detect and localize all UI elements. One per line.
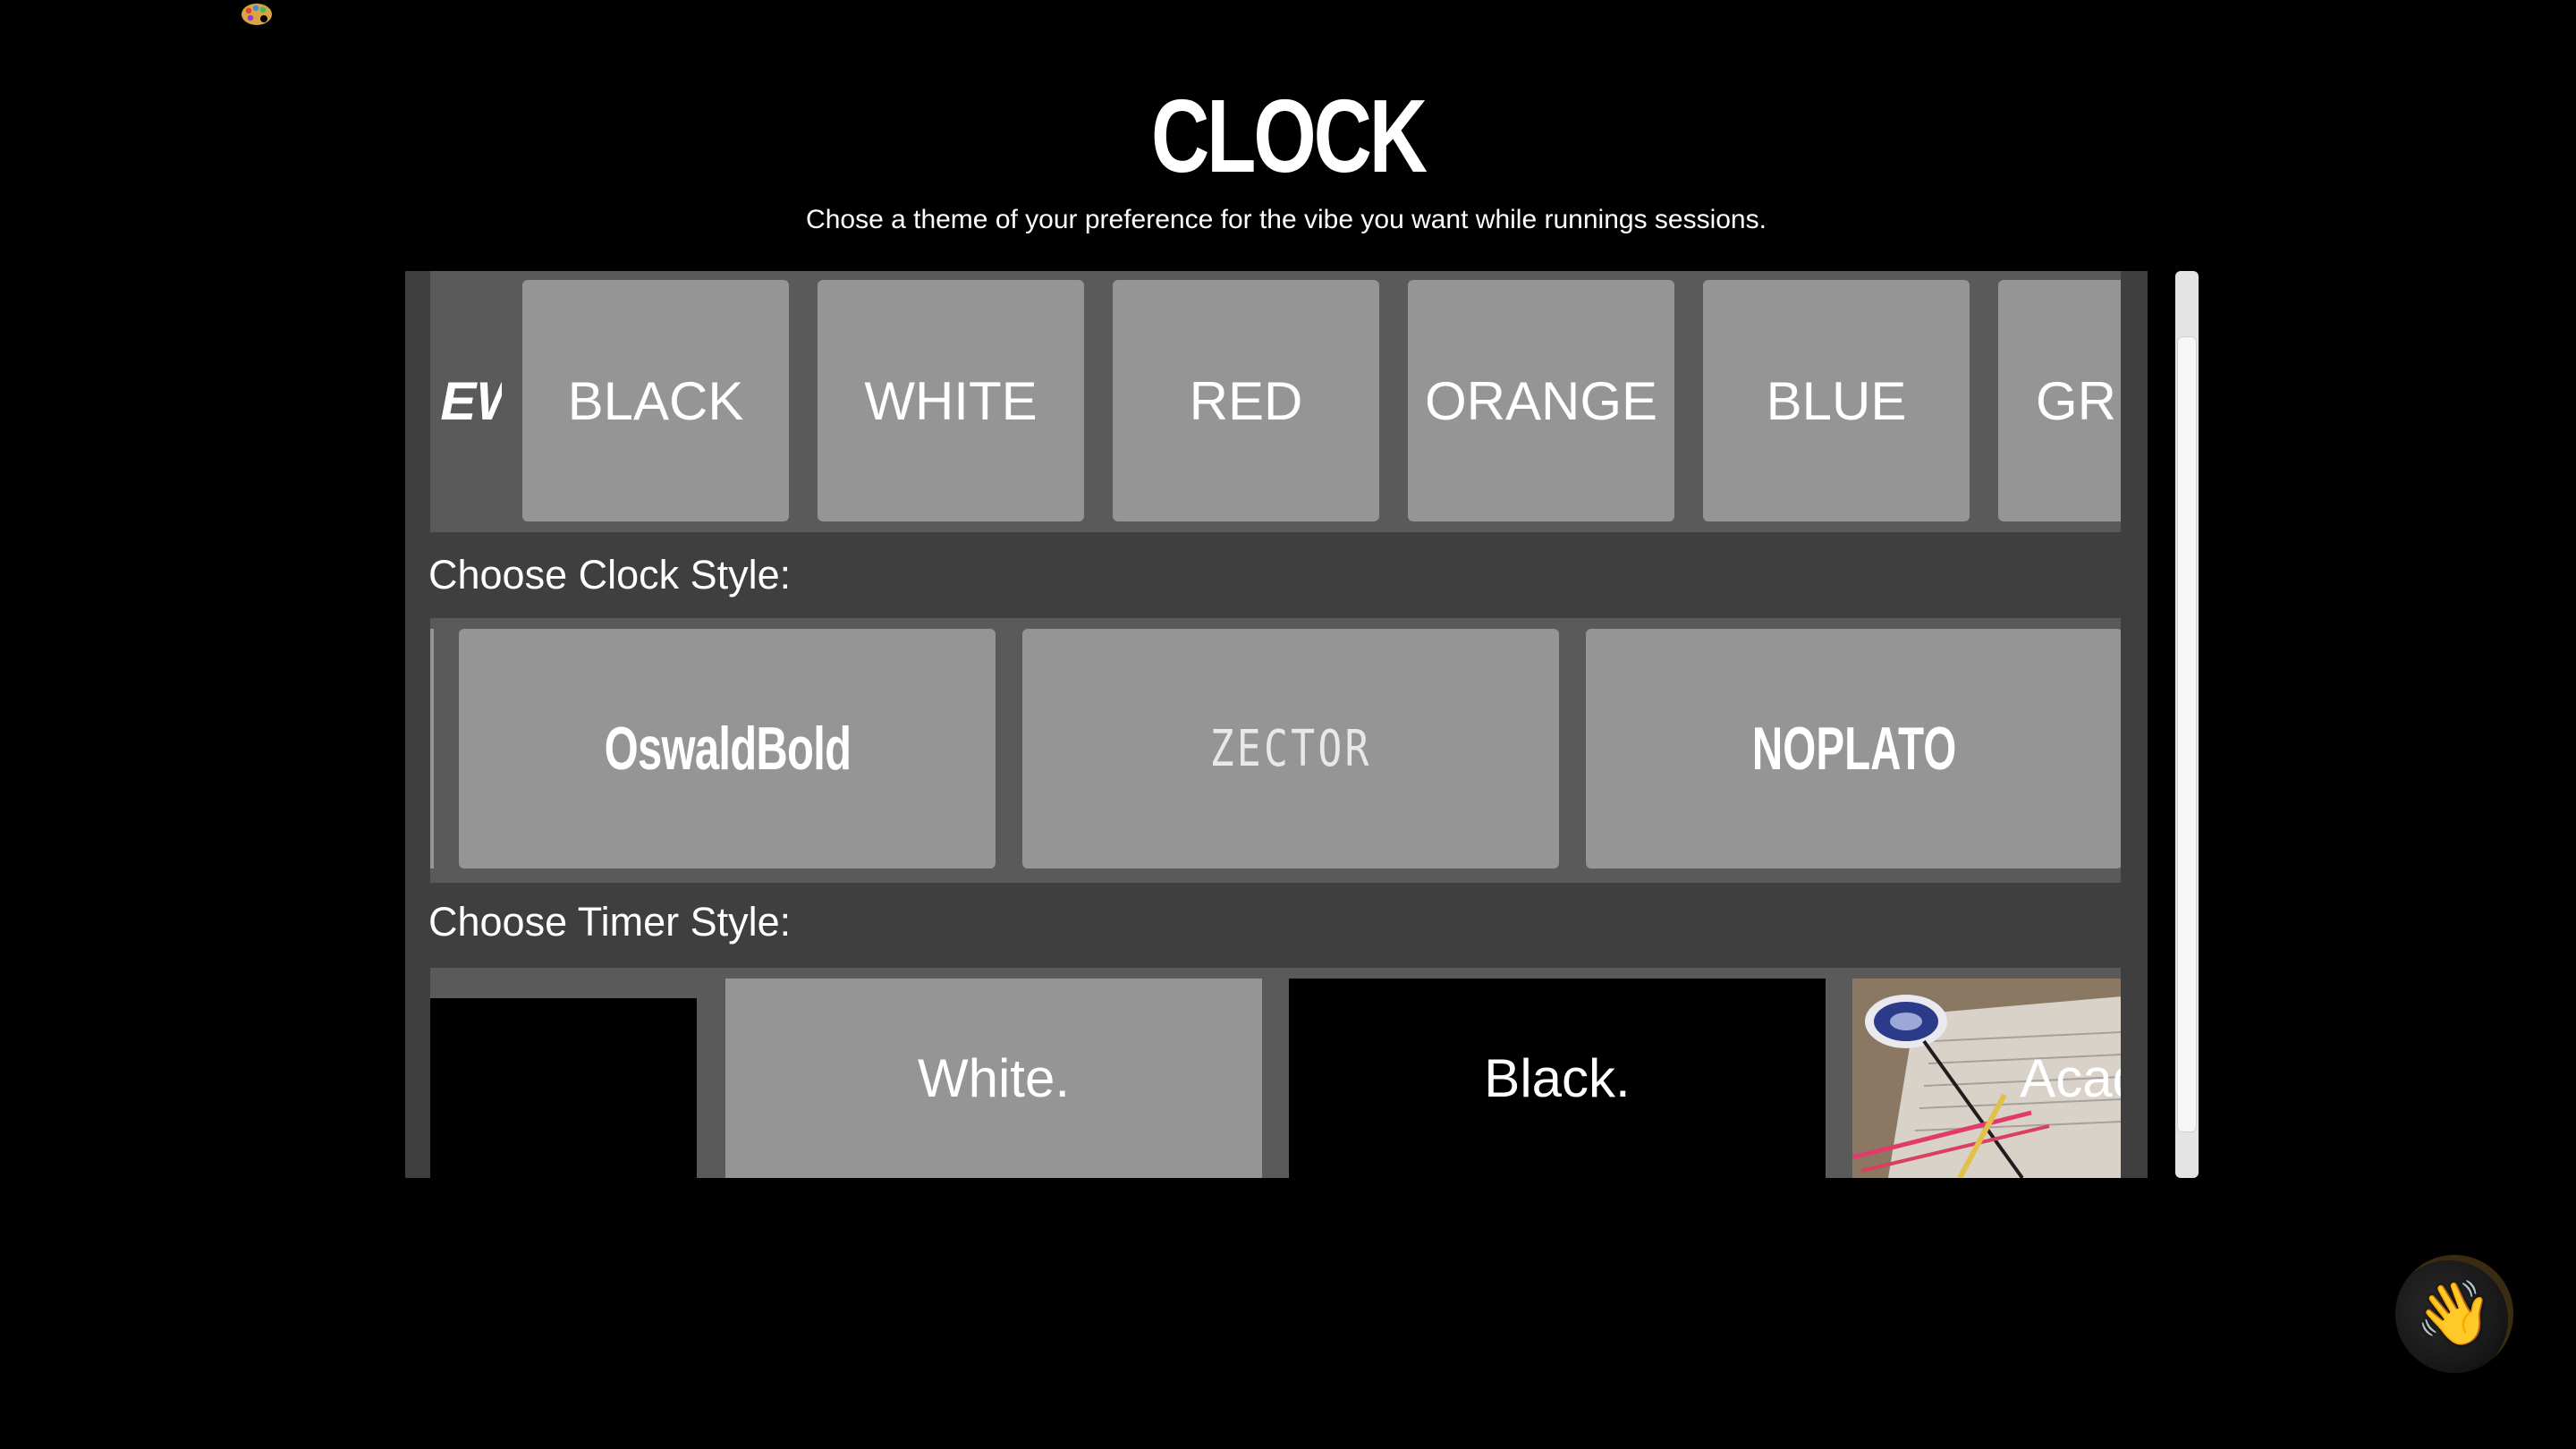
clock-style-zector[interactable]: ZECTOR (1022, 629, 1559, 869)
color-tile-black[interactable]: BLACK (522, 280, 789, 521)
color-tile-blue[interactable]: BLUE (1703, 280, 1970, 521)
timer-style-academic[interactable]: Acad (1852, 979, 2121, 1178)
color-tile-white[interactable]: WHITE (818, 280, 1084, 521)
timer-style-partial[interactable] (430, 998, 697, 1178)
color-tile-red[interactable]: RED (1113, 280, 1379, 521)
page-subtitle: Chose a theme of your preference for the… (806, 205, 1767, 234)
color-tile-label: ORANGE (1424, 370, 1658, 431)
color-tile-orange[interactable]: ORANGE (1408, 280, 1674, 521)
color-tile-label: WHITE (864, 370, 1038, 431)
theme-settings-panel: EW BLACK WHITE RED ORANGE BLUE GR Choose… (405, 271, 2148, 1178)
color-tile-label: GR (2036, 370, 2116, 431)
color-tile-gr[interactable]: GR (1998, 280, 2121, 521)
color-tile-label: BLUE (1766, 370, 1907, 431)
clock-tile-partial[interactable] (430, 629, 434, 869)
clock-style-oswaldbold[interactable]: OswaldBold (459, 629, 996, 869)
color-tile-label: BLACK (567, 370, 744, 431)
color-tile-label: RED (1189, 370, 1303, 431)
timer-style-label-text: Acad (2020, 1048, 2121, 1108)
scrollbar-thumb[interactable] (2177, 336, 2197, 1132)
waving-hand-icon[interactable]: 👋 (2395, 1255, 2513, 1373)
timer-style-label: Choose Timer Style: (428, 899, 792, 945)
clock-style-label: Choose Clock Style: (428, 552, 792, 597)
color-theme-strip[interactable]: EW BLACK WHITE RED ORANGE BLUE GR (430, 271, 2121, 532)
timer-style-white[interactable]: White. (725, 979, 1262, 1178)
clock-style-label-text: ZECTOR (1209, 719, 1372, 778)
timer-style-black[interactable]: Black. (1289, 979, 1826, 1178)
page-title: CLOCK (1150, 78, 1428, 194)
timer-style-label-text: White. (917, 1048, 1071, 1108)
clock-style-strip[interactable]: OswaldBold ZECTOR NOPLATO (430, 618, 2121, 883)
clock-style-label-text: NOPLATO (1751, 715, 1957, 783)
clock-style-noplato[interactable]: NOPLATO (1586, 629, 2121, 869)
timer-style-strip[interactable]: White. Black. Acad (430, 968, 2121, 1178)
timer-style-label-text: Black. (1484, 1048, 1631, 1108)
clock-style-label-text: OswaldBold (604, 715, 851, 783)
palette-icon (240, 0, 274, 30)
color-tile-partial[interactable]: EW (430, 280, 502, 521)
